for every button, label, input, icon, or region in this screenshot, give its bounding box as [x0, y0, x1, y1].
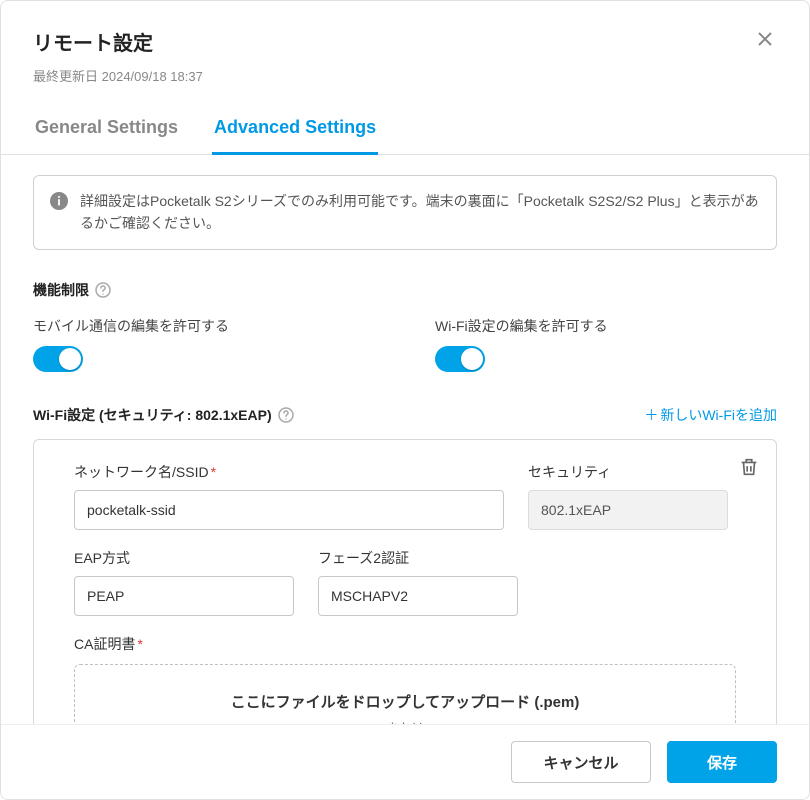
wifi-edit-label: Wi-Fi設定の編集を許可する	[435, 316, 777, 336]
modal-body: 詳細設定はPocketalk S2シリーズでのみ利用可能です。端末の裏面に「Po…	[1, 155, 809, 724]
security-select[interactable]: 802.1xEAP	[528, 490, 728, 530]
modal-footer: キャンセル 保存	[1, 724, 809, 799]
security-label: セキュリティ	[528, 462, 728, 482]
ca-cert-label: CA証明書	[74, 636, 135, 652]
ssid-field: ネットワーク名/SSID* pocketalk-ssid	[74, 462, 504, 530]
modal-title: リモート設定	[33, 27, 153, 56]
eap-field: EAP方式 PEAP	[74, 548, 294, 616]
mobile-edit-toggle-group: モバイル通信の編集を許可する	[33, 316, 375, 375]
phase2-field: フェーズ2認証 MSCHAPV2	[318, 548, 518, 616]
ssid-label: ネットワーク名/SSID	[74, 464, 209, 480]
close-button[interactable]	[753, 27, 777, 51]
toggles-row: モバイル通信の編集を許可する Wi-Fi設定の編集を許可する	[33, 316, 777, 375]
close-icon	[757, 31, 773, 47]
info-banner: 詳細設定はPocketalk S2シリーズでのみ利用可能です。端末の裏面に「Po…	[33, 175, 777, 250]
phase2-select[interactable]: MSCHAPV2	[318, 576, 518, 616]
dropzone-main-text: ここにファイルをドロップしてアップロード (.pem)	[101, 691, 709, 712]
ssid-input[interactable]: pocketalk-ssid	[74, 490, 504, 530]
add-wifi-button[interactable]: ＋新しいWi-Fiを追加	[644, 405, 777, 425]
security-field: セキュリティ 802.1xEAP	[528, 462, 728, 530]
mobile-edit-toggle[interactable]	[33, 346, 83, 372]
save-button[interactable]: 保存	[667, 741, 777, 783]
wifi-edit-toggle-group: Wi-Fi設定の編集を許可する	[435, 316, 777, 375]
wifi-edit-toggle[interactable]	[435, 346, 485, 372]
help-icon[interactable]	[95, 282, 111, 298]
delete-wifi-button[interactable]	[738, 456, 760, 478]
restrictions-title: 機能制限	[33, 280, 777, 300]
cancel-button[interactable]: キャンセル	[511, 741, 651, 783]
remote-settings-modal: リモート設定 最終更新日 2024/09/18 18:37 General Se…	[0, 0, 810, 800]
info-banner-text: 詳細設定はPocketalk S2シリーズでのみ利用可能です。端末の裏面に「Po…	[80, 190, 760, 235]
phase2-label: フェーズ2認証	[318, 548, 518, 568]
help-icon[interactable]	[278, 407, 294, 423]
tab-general-settings[interactable]: General Settings	[33, 117, 180, 155]
eap-label: EAP方式	[74, 548, 294, 568]
dropzone-or-text: または	[101, 718, 709, 724]
eap-select[interactable]: PEAP	[74, 576, 294, 616]
wifi-settings-header: Wi-Fi設定 (セキュリティ: 802.1xEAP) ＋新しいWi-Fiを追加	[33, 405, 777, 425]
info-icon	[50, 192, 68, 210]
last-updated: 最終更新日 2024/09/18 18:37	[33, 66, 777, 85]
tabs: General Settings Advanced Settings	[1, 117, 809, 155]
wifi-settings-title: Wi-Fi設定 (セキュリティ: 802.1xEAP)	[33, 405, 294, 425]
tab-advanced-settings[interactable]: Advanced Settings	[212, 117, 378, 155]
mobile-edit-label: モバイル通信の編集を許可する	[33, 316, 375, 336]
wifi-card: ネットワーク名/SSID* pocketalk-ssid セキュリティ 802.…	[33, 439, 777, 724]
trash-icon	[738, 456, 760, 478]
ca-cert-dropzone[interactable]: ここにファイルをドロップしてアップロード (.pem) または ファイルを選択し…	[74, 664, 736, 724]
modal-header: リモート設定 最終更新日 2024/09/18 18:37	[1, 1, 809, 85]
plus-icon: ＋	[644, 405, 658, 425]
ca-cert-section: CA証明書* ここにファイルをドロップしてアップロード (.pem) または フ…	[74, 634, 736, 724]
